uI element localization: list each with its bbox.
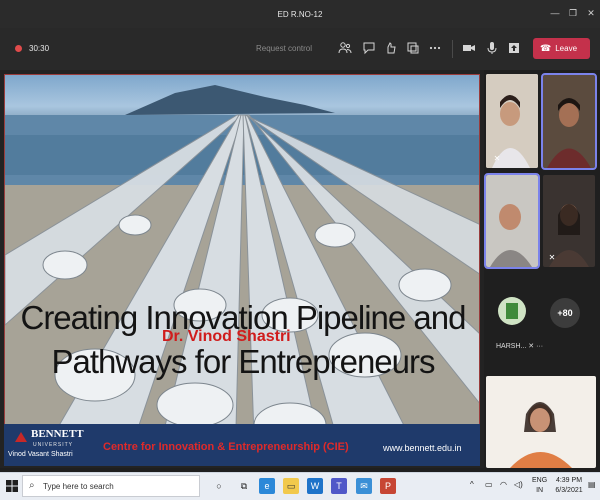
language-code: ENG [532,477,548,484]
clock-date: 6/3/2021 [555,487,583,494]
camera-icon[interactable] [461,41,477,57]
participant-tile-4[interactable]: ✕ [543,175,595,267]
muted-mic-icon: ✕ ··· [528,343,544,350]
harsh-name: HARSH... [496,343,527,350]
participant-video [543,75,595,168]
participant-tile-2[interactable] [541,73,597,170]
mail-icon[interactable]: ✉ [356,478,372,494]
window-title: ED R.NO-12 [277,10,323,19]
participant-tile-5[interactable] [486,376,596,468]
powerpoint-icon[interactable]: P [380,478,396,494]
pipeline-photo [5,85,479,465]
participant-video [486,376,596,468]
participants-icon[interactable] [337,41,353,57]
recording-indicator-icon [15,45,22,52]
reactions-icon[interactable] [383,41,399,57]
edge-browser-icon[interactable]: e [259,478,275,494]
task-view-icon[interactable]: ⧉ [236,478,252,494]
rooms-icon[interactable] [405,41,421,57]
share-screen-icon[interactable] [506,41,522,57]
volume-icon[interactable]: ◁) [514,480,523,489]
taskbar-search-box[interactable]: ⌕ Type here to search [22,475,200,497]
leave-button[interactable]: ☎ Leave [533,38,590,59]
clock-time: 4:39 PM [555,477,583,484]
participant-name-harsh: HARSH... ✕ ··· [496,342,543,350]
university-logo-icon [15,432,27,442]
phone-icon: ☎ [540,43,552,53]
muted-mic-icon: ✕ [548,253,556,262]
windows-start-icon[interactable] [6,480,18,492]
more-participants-button[interactable]: +80 [550,298,580,328]
close-button[interactable]: ✕ [584,6,598,20]
cortana-icon[interactable]: ○ [211,478,227,494]
presenter-name-label: Vinod Vasant Shastri [8,451,73,458]
slide-title-line-2: Pathways for Entrepreneurs [51,343,435,380]
university-logo-name: BENNETT [31,428,84,440]
taskbar-clock[interactable]: 4:39 PM 6/3/2021 [552,476,586,496]
website-label: www.bennett.edu.in [383,443,462,453]
participant-video [486,175,538,267]
participant-tile-1[interactable]: ✕ [486,74,538,168]
chat-icon[interactable] [361,41,377,57]
title-bar: ED R.NO-12 — ❐ ✕ [0,0,600,28]
show-hidden-icons-icon[interactable]: ^ [470,480,474,489]
slide-author: Dr. Vinod Shastri [162,328,291,345]
file-explorer-icon[interactable]: ▭ [283,478,299,494]
leave-label: Leave [555,44,578,53]
microphone-icon[interactable] [484,41,500,57]
participant-tile-3[interactable] [484,173,540,269]
restore-button[interactable]: ❐ [566,6,580,20]
meeting-timer: 30:30 [29,44,50,53]
muted-mic-icon: ✕ [493,154,501,163]
teams-meeting-window: ED R.NO-12 — ❐ ✕ 30:30 Request control ☎… [0,0,600,500]
more-options-icon[interactable] [427,41,443,57]
word-icon[interactable]: W [307,478,323,494]
toolbar-divider [452,40,453,58]
teams-icon[interactable]: T [331,478,347,494]
battery-icon[interactable]: ▭ [485,480,493,489]
request-control-button[interactable]: Request control [256,44,312,53]
participant-avatar-harsh[interactable] [498,297,526,325]
notifications-icon[interactable]: ▤ [588,480,596,489]
input-language-indicator[interactable]: ENG IN [532,476,547,496]
region-code: IN [536,487,544,494]
cie-label: Centre for Innovation & Entrepreneurship… [103,441,349,453]
search-icon: ⌕ [29,480,35,491]
shared-slide: Creating Innovation Pipeline and Pathway… [4,74,480,466]
network-icon[interactable]: ◠ [500,480,507,489]
minimize-button[interactable]: — [548,6,562,20]
search-placeholder: Type here to search [43,482,114,491]
university-logo-subtitle: UNIVERSITY [33,442,74,448]
